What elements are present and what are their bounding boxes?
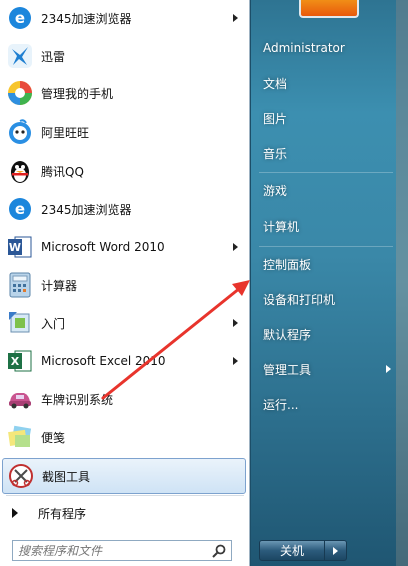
program-label: 便笺: [41, 430, 66, 445]
program-item-2345-browser-pinned[interactable]: e 2345加速浏览器: [2, 0, 246, 36]
program-label: 车牌识别系统: [41, 392, 114, 407]
window-edge: [396, 0, 408, 566]
program-label: Microsoft Word 2010: [41, 240, 165, 254]
snipping-tool-icon: [7, 462, 35, 490]
search-box[interactable]: [12, 540, 232, 561]
program-item-excel-2010[interactable]: X Microsoft Excel 2010: [2, 343, 246, 379]
places-label: Administrator: [263, 41, 345, 55]
divider: [259, 246, 393, 247]
search-icon[interactable]: [211, 543, 227, 559]
chevron-right-icon: [333, 546, 338, 555]
places-label: 计算机: [263, 219, 300, 234]
svg-text:X: X: [11, 355, 20, 368]
submenu-arrow-icon[interactable]: [386, 365, 391, 373]
places-item-music[interactable]: 音乐: [255, 139, 395, 167]
calculator-icon: [6, 271, 34, 299]
places-label: 默认程序: [263, 327, 312, 342]
xunlei-icon: [6, 42, 34, 70]
program-label: 2345加速浏览器: [41, 202, 132, 217]
getting-started-icon: [6, 309, 34, 337]
submenu-arrow-icon[interactable]: [233, 319, 238, 327]
program-item-aliwangwang[interactable]: 阿里旺旺: [2, 114, 246, 150]
program-label: 阿里旺旺: [41, 125, 90, 140]
sticky-notes-icon: [6, 423, 34, 451]
places-item-run[interactable]: 运行...: [255, 390, 395, 418]
program-item-qq[interactable]: 腾讯QQ: [2, 153, 246, 189]
submenu-arrow-icon[interactable]: [233, 243, 238, 251]
svg-text:W: W: [9, 241, 21, 254]
program-item-xunlei[interactable]: 迅雷: [2, 38, 246, 74]
places-item-admin-tools[interactable]: 管理工具: [255, 355, 395, 383]
program-item-getting-started[interactable]: 入门: [2, 305, 246, 341]
program-label: 迅雷: [41, 49, 66, 64]
submenu-arrow-icon[interactable]: [233, 357, 238, 365]
browser-2345-icon: e: [6, 195, 34, 223]
program-label: 腾讯QQ: [41, 164, 84, 179]
search-input[interactable]: [13, 542, 211, 559]
program-label: 管理我的手机: [41, 86, 114, 101]
avatar[interactable]: [299, 0, 359, 18]
program-item-license-plate-recognition[interactable]: 车牌识别系统: [2, 381, 246, 417]
program-label: 2345加速浏览器: [41, 11, 132, 26]
shutdown-control: 关机: [259, 540, 347, 561]
program-item-calculator[interactable]: 计算器: [2, 267, 246, 303]
places-label: 游戏: [263, 183, 288, 198]
program-label: Microsoft Excel 2010: [41, 354, 166, 368]
expand-arrow-icon: [12, 508, 18, 518]
svg-text:e: e: [15, 9, 25, 27]
program-label: 截图工具: [42, 469, 91, 484]
phone-manager-icon: [6, 79, 34, 107]
program-item-phone-manager[interactable]: 管理我的手机: [2, 75, 246, 111]
all-programs-button[interactable]: 所有程序: [2, 500, 246, 526]
places-label: 文档: [263, 76, 288, 91]
program-item-word-2010[interactable]: W Microsoft Word 2010: [2, 229, 246, 265]
shutdown-options-button[interactable]: [325, 540, 347, 561]
start-menu-programs-pane: e 2345加速浏览器 迅雷 管理我的手机 阿里旺旺 腾讯QQ e 2345加速…: [0, 0, 250, 566]
all-programs-label: 所有程序: [38, 506, 87, 521]
program-item-sticky-notes[interactable]: 便笺: [2, 419, 246, 455]
qq-penguin-icon: [6, 157, 34, 185]
excel-icon: X: [6, 347, 34, 375]
places-item-default-programs[interactable]: 默认程序: [255, 320, 395, 348]
places-label: 管理工具: [263, 362, 312, 377]
program-item-snipping-tool[interactable]: 截图工具: [2, 458, 246, 494]
places-item-documents[interactable]: 文档: [255, 69, 395, 97]
browser-2345-icon: e: [6, 4, 34, 32]
divider: [6, 495, 244, 496]
program-label: 入门: [41, 316, 66, 331]
places-label: 设备和打印机: [263, 292, 336, 307]
places-item-pictures[interactable]: 图片: [255, 104, 395, 132]
car-icon: [6, 385, 34, 413]
places-item-games[interactable]: 游戏: [255, 176, 395, 204]
places-item-devices-printers[interactable]: 设备和打印机: [255, 285, 395, 313]
aliwangwang-icon: [6, 118, 34, 146]
start-menu-places-pane: Administrator 文档 图片 音乐 游戏 计算机 控制面板 设备和打印…: [251, 0, 408, 566]
word-icon: W: [6, 233, 34, 261]
places-item-computer[interactable]: 计算机: [255, 212, 395, 240]
divider: [259, 172, 393, 173]
svg-text:e: e: [15, 200, 25, 218]
places-label: 运行...: [263, 397, 299, 412]
places-item-control-panel[interactable]: 控制面板: [255, 250, 395, 278]
places-label: 音乐: [263, 146, 288, 161]
submenu-arrow-icon[interactable]: [233, 14, 238, 22]
program-label: 计算器: [41, 278, 78, 293]
places-label: 图片: [263, 111, 288, 126]
shutdown-button[interactable]: 关机: [259, 540, 325, 561]
places-label: 控制面板: [263, 257, 312, 272]
program-item-2345-browser[interactable]: e 2345加速浏览器: [2, 191, 246, 227]
places-item-administrator[interactable]: Administrator: [255, 34, 395, 62]
